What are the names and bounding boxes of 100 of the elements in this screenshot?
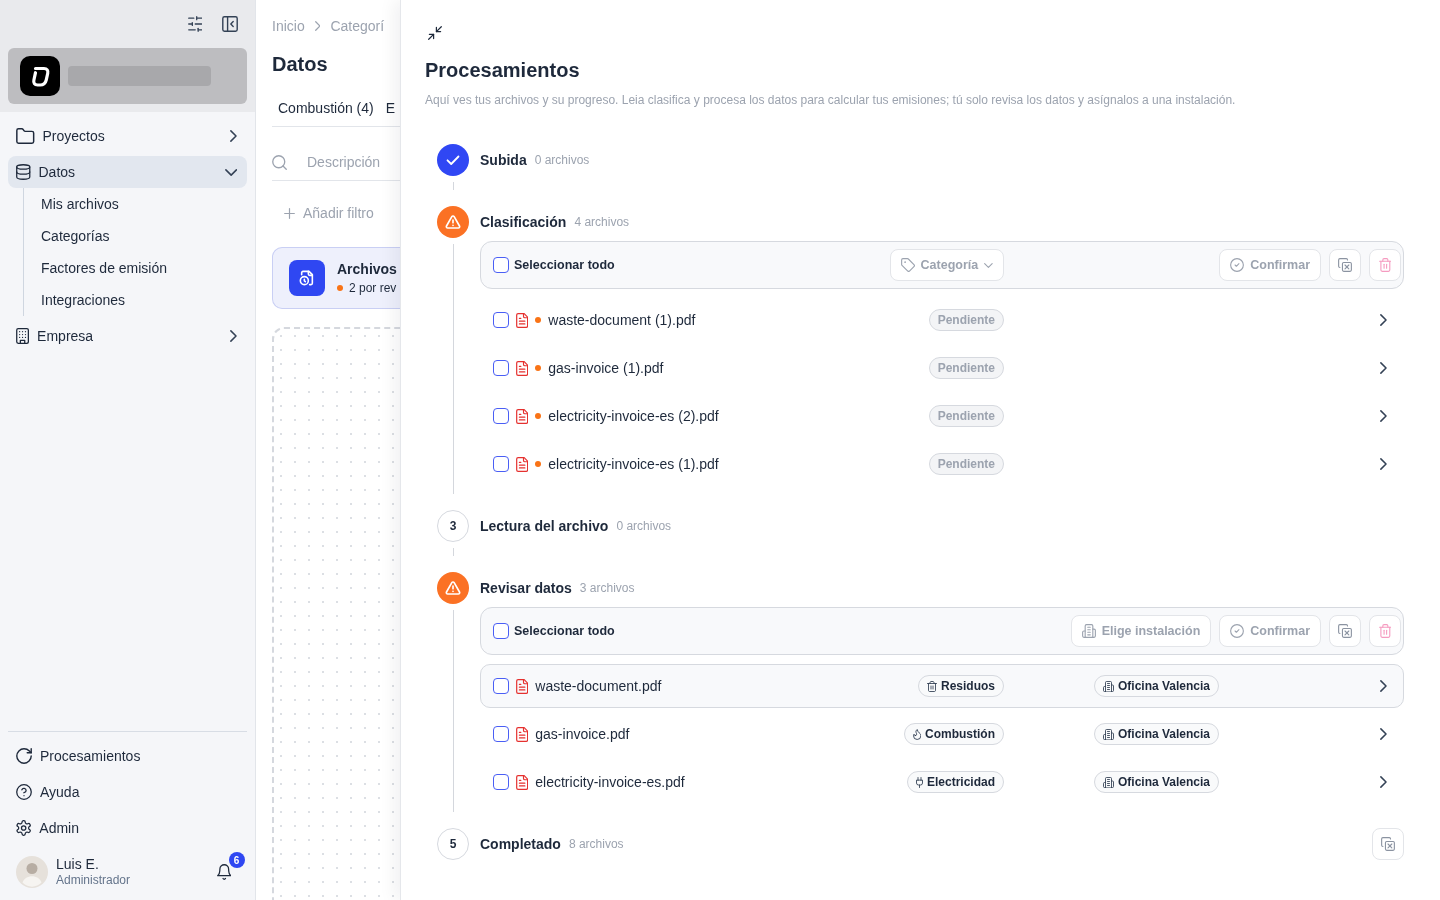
minimize-icon[interactable]	[428, 26, 442, 40]
status-badge: Pendiente	[928, 309, 1004, 331]
chevron-right-icon[interactable]	[1380, 776, 1387, 788]
checkbox[interactable]	[493, 257, 509, 273]
clear-button[interactable]	[1329, 615, 1361, 647]
refresh-icon	[16, 748, 32, 764]
file-name[interactable]: electricity-invoice-es (2).pdf	[548, 408, 719, 424]
user-role: Administrador	[56, 872, 132, 888]
tab[interactable]: Combustión (4)	[272, 90, 380, 126]
sidebar-subitem[interactable]: Factores de emisión	[24, 252, 247, 284]
file-clock-icon	[289, 260, 325, 296]
status-dot-icon	[535, 413, 542, 419]
sidebar-subitem[interactable]: Mis archivos	[24, 188, 247, 220]
pdf-file-icon	[516, 456, 529, 472]
chevron-right-icon[interactable]	[1380, 680, 1387, 692]
chevron-down-icon[interactable]	[224, 168, 237, 176]
pdf-file-icon	[516, 360, 529, 376]
checkbox[interactable]	[493, 312, 509, 328]
card-status: 2 por rev	[349, 281, 397, 295]
step-title: Lectura del archivo	[480, 518, 609, 534]
timeline-line	[452, 182, 454, 190]
checkbox[interactable]	[493, 456, 509, 472]
panel-title: Procesamientos	[425, 58, 581, 83]
category-tag[interactable]: Combustión	[903, 723, 1004, 745]
sidebar-item[interactable]: Admin	[8, 812, 247, 844]
building-icon	[1081, 624, 1096, 638]
step-title: Revisar datos	[480, 580, 572, 596]
status-dot-icon	[337, 285, 343, 291]
sidebar-subitem[interactable]: Categorías	[24, 220, 247, 252]
select-all-label[interactable]: Seleccionar todo	[514, 258, 615, 272]
files-card[interactable]: Archivos 2 por rev	[272, 247, 400, 309]
copy-x-icon	[1338, 624, 1352, 638]
chevron-right-icon[interactable]	[1380, 362, 1387, 374]
step-count: 3 archivos	[579, 581, 635, 595]
search-icon	[272, 154, 287, 170]
checkbox[interactable]	[493, 408, 509, 424]
chevron-right-icon[interactable]	[1380, 728, 1387, 740]
pdf-file-icon	[516, 312, 529, 328]
location-tag[interactable]: Oficina Valencia	[1094, 675, 1220, 697]
chevron-right-icon[interactable]	[230, 130, 237, 142]
sliders-icon[interactable]	[187, 16, 202, 32]
file-name[interactable]: waste-document (1).pdf	[548, 312, 696, 328]
location-tag[interactable]: Oficina Valencia	[1094, 723, 1220, 745]
search-field[interactable]: Descripción	[307, 148, 400, 176]
file-row[interactable]: waste-document.pdf Residuos Oficina Valencia	[480, 664, 1404, 708]
sidebar-collapse-icon[interactable]	[222, 16, 238, 32]
chevron-right-icon[interactable]	[1380, 458, 1387, 470]
check-circle-icon	[1230, 624, 1245, 638]
panel-description: Aquí ves tus archivos y su progreso. Leia clasifica y procesa los datos para calcular tus emisiones; tú solo revisa los datos y asígnalos a una instalación.	[425, 92, 1237, 108]
card-title: Archivos	[337, 261, 397, 277]
logo-icon	[20, 56, 60, 96]
clear-button[interactable]	[1329, 249, 1361, 281]
user-name: Luis E.	[56, 856, 100, 872]
select-all-label[interactable]: Seleccionar todo	[514, 624, 615, 638]
avatar-icon	[16, 856, 48, 888]
checkbox[interactable]	[493, 360, 509, 376]
pdf-file-icon	[516, 678, 529, 694]
checkbox[interactable]	[493, 774, 509, 790]
category-tag[interactable]: Electricidad	[906, 771, 1004, 793]
file-name[interactable]: gas-invoice.pdf	[535, 726, 630, 742]
status-badge: Pendiente	[928, 453, 1004, 475]
tab[interactable]: E	[379, 90, 400, 126]
step-count: 0 archivos	[534, 153, 590, 167]
bell-icon[interactable]	[216, 864, 231, 880]
location-tag[interactable]: Oficina Valencia	[1094, 771, 1220, 793]
building-icon	[16, 328, 30, 344]
file-name[interactable]: waste-document.pdf	[535, 678, 662, 694]
chevron-right-icon[interactable]	[1380, 410, 1387, 422]
step-title: Subida	[480, 152, 527, 168]
copy-x-icon	[1381, 837, 1395, 851]
building-icon	[1103, 680, 1114, 692]
settings-icon	[16, 820, 32, 836]
clear-button[interactable]	[1372, 828, 1404, 860]
file-name[interactable]: electricity-invoice-es (1).pdf	[548, 456, 719, 472]
check-circle-icon	[1230, 258, 1245, 272]
file-name[interactable]: gas-invoice (1).pdf	[548, 360, 664, 376]
status-badge: Pendiente	[928, 357, 1004, 379]
sidebar-item[interactable]: Ayuda	[8, 776, 247, 808]
step-title: Clasificación	[480, 214, 567, 230]
chevron-right-icon[interactable]	[1380, 314, 1387, 326]
chevron-down-icon	[984, 262, 993, 268]
sidebar-item[interactable]: Procesamientos	[8, 740, 247, 772]
trash-icon	[1378, 258, 1392, 272]
file-name[interactable]: electricity-invoice-es.pdf	[535, 774, 685, 790]
chevron-right-icon	[314, 21, 321, 31]
checkbox[interactable]	[493, 726, 509, 742]
status-dot-icon	[535, 317, 542, 323]
checkbox[interactable]	[493, 623, 509, 639]
chevron-right-icon[interactable]	[230, 330, 237, 342]
checkbox[interactable]	[493, 678, 509, 694]
sidebar-item[interactable]: Empresa	[8, 320, 247, 352]
notification-badge: 6	[228, 852, 245, 868]
building-icon	[1103, 728, 1114, 740]
status-badge: Pendiente	[928, 405, 1004, 427]
category-tag[interactable]: Residuos	[918, 675, 1004, 697]
sidebar-subitem[interactable]: Integraciones	[24, 284, 247, 316]
sidebar-item[interactable]: Datos	[8, 156, 247, 188]
sidebar-item[interactable]: Proyectos	[8, 120, 247, 152]
page-title: Datos	[272, 52, 329, 76]
plus-icon	[284, 207, 295, 219]
